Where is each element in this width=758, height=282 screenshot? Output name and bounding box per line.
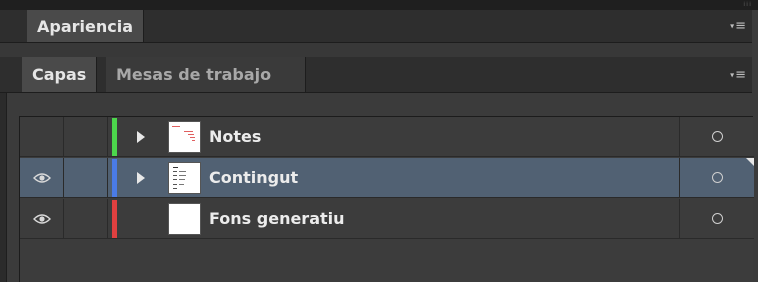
content-thumbnail-art xyxy=(173,167,186,189)
lock-toggle[interactable] xyxy=(64,199,108,238)
layer-row-contingut[interactable]: Contingut xyxy=(20,158,754,198)
visibility-toggle[interactable] xyxy=(20,117,64,156)
layer-name-cell[interactable]: Contingut xyxy=(117,158,679,197)
eye-icon xyxy=(32,213,51,224)
menu-lines-icon: ≡ xyxy=(735,67,746,82)
menu-triangle-icon: ▾ xyxy=(730,21,735,31)
target-cell[interactable] xyxy=(679,117,754,156)
lock-toggle[interactable] xyxy=(64,158,108,197)
layers-list: Notes Contingut Fons generatiu xyxy=(19,116,754,282)
tab-artboards-label: Mesas de trabajo xyxy=(116,65,272,84)
visibility-toggle[interactable] xyxy=(20,199,64,238)
selection-corner-icon xyxy=(746,158,754,166)
tab-layers-label: Capas xyxy=(32,65,87,84)
eye-icon xyxy=(32,172,51,183)
appearance-tabbar: Apariencia ▾ ≡ xyxy=(0,10,752,43)
tab-layers[interactable]: Capas xyxy=(22,57,98,92)
panel-divider xyxy=(0,43,752,57)
target-cell[interactable] xyxy=(679,158,754,197)
top-strip: ⁞⁞⁞ xyxy=(0,0,758,10)
layers-panel-menu-icon[interactable]: ▾ ≡ xyxy=(730,67,746,82)
layer-name: Fons generatiu xyxy=(209,209,345,228)
notes-thumbnail-art xyxy=(172,126,195,141)
layer-name: Notes xyxy=(209,127,262,146)
notes-thumbnail xyxy=(168,121,201,153)
layer-name-cell[interactable]: Notes xyxy=(117,117,679,156)
expand-triangle-icon[interactable] xyxy=(137,131,145,143)
target-cell[interactable] xyxy=(679,199,754,238)
tab-artboards[interactable]: Mesas de trabajo xyxy=(106,57,306,92)
layer-name-cell[interactable]: Fons generatiu xyxy=(117,199,679,238)
layer-row-notes[interactable]: Notes xyxy=(20,117,754,157)
expand-triangle-icon[interactable] xyxy=(137,172,145,184)
tab-appearance-label: Apariencia xyxy=(37,16,134,36)
panel-grip-icon[interactable]: ⁞⁞⁞ xyxy=(743,2,752,8)
lock-toggle[interactable] xyxy=(64,117,108,156)
layer-name: Contingut xyxy=(209,168,299,187)
visibility-toggle[interactable] xyxy=(20,158,64,197)
blank-thumbnail xyxy=(168,203,201,235)
target-circle-icon[interactable] xyxy=(711,172,723,183)
tab-appearance[interactable]: Apariencia xyxy=(27,10,145,42)
layers-tabbar: Capas Mesas de trabajo ▾ ≡ xyxy=(0,57,752,93)
target-circle-icon[interactable] xyxy=(711,213,723,224)
layer-row-fons-generatiu[interactable]: Fons generatiu xyxy=(20,199,754,239)
content-thumbnail xyxy=(168,162,201,194)
menu-lines-icon: ≡ xyxy=(735,18,746,34)
menu-triangle-icon: ▾ xyxy=(730,70,735,79)
appearance-panel-menu-icon[interactable]: ▾ ≡ xyxy=(730,19,746,34)
target-circle-icon[interactable] xyxy=(711,131,723,142)
